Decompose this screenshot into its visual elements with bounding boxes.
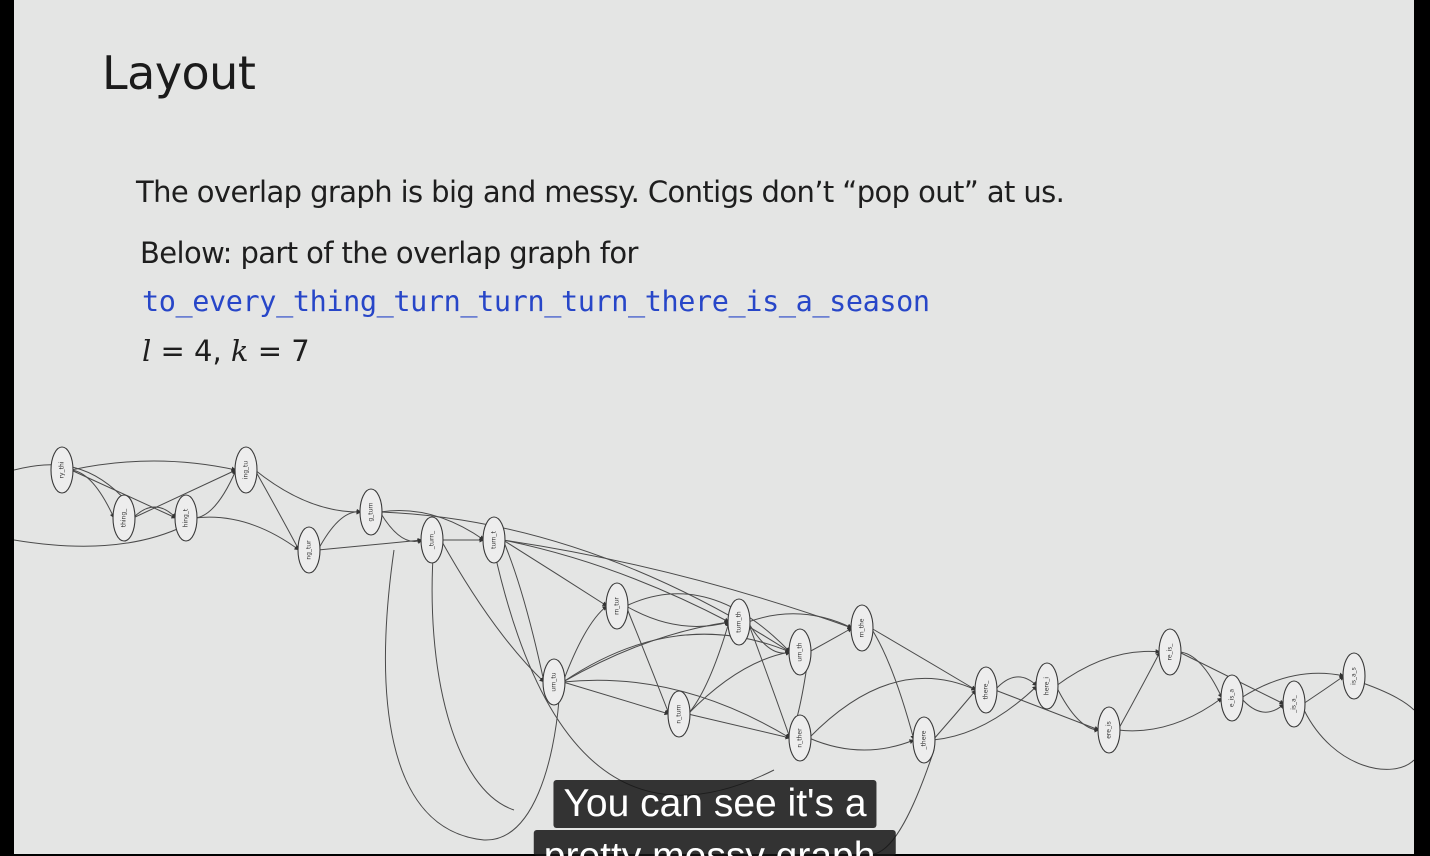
graph-node: urn_tu — [542, 658, 566, 706]
graph-edge — [562, 633, 791, 683]
graph-edge — [562, 620, 730, 683]
graph-edge — [502, 539, 608, 607]
graph-node: _turn_ — [420, 516, 444, 564]
graph-edge — [1055, 685, 1100, 733]
graph-edge — [747, 621, 791, 739]
graph-node: there_ — [974, 666, 998, 714]
slide-title: Layout — [102, 46, 256, 100]
graph-node-label: here_i — [1044, 677, 1051, 696]
graph-node-label: hing_t — [183, 508, 190, 527]
graph-edge — [254, 469, 362, 515]
graph-node-label: ry_thi — [59, 461, 66, 478]
k-value: = 7 — [248, 334, 310, 368]
graph-edge — [254, 469, 300, 551]
graph-node-label: there_ — [983, 680, 990, 700]
graph-edge — [562, 681, 670, 716]
graph-edge — [870, 627, 916, 741]
graph-node-label: e_is_a — [1229, 689, 1236, 707]
graph-node: _there — [912, 716, 936, 764]
graph-edge — [1240, 697, 1285, 713]
graph-node: is_a_s — [1342, 652, 1366, 700]
graph-node-label: rn_tur — [614, 597, 621, 615]
graph-edge — [493, 549, 775, 796]
k-variable: k — [230, 334, 249, 368]
graph-node: turn_th — [727, 598, 751, 646]
graph-edge — [687, 621, 731, 715]
graph-edge — [808, 737, 915, 751]
parameters-line: l = 4, k = 7 — [142, 334, 310, 368]
subtitle-line-2: pretty messy graph. — [533, 830, 897, 856]
graph-edge — [1178, 651, 1223, 699]
graph-edge — [1303, 709, 1414, 770]
graph-node: n_ther — [788, 714, 812, 762]
graph-edge — [808, 627, 853, 653]
graph-edge — [385, 549, 560, 841]
graph-node-label: turn_th — [736, 611, 743, 633]
graph-node-label: thing_ — [121, 508, 128, 527]
graph-node: _is_a_ — [1282, 680, 1306, 728]
graph-node: ing_tu — [234, 446, 258, 494]
graph-edge — [317, 537, 423, 551]
graph-edge — [194, 469, 237, 519]
graph-node: turn_t — [482, 516, 506, 564]
graph-node-label: is_a_s — [1351, 667, 1358, 685]
graph-node: ng_tur — [297, 526, 321, 574]
graph-node: rn_the — [850, 604, 874, 652]
graph-edge — [808, 677, 977, 739]
graph-edge — [379, 511, 423, 544]
graph-node: thing_ — [112, 494, 136, 542]
graph-node-label: ng_tur — [306, 540, 313, 560]
graph-nodes: ry_thi thing_ hing_t ing_tu ng_tur g_turn _tur… — [50, 446, 1366, 764]
graph-node: n_turn — [667, 690, 691, 738]
graph-node-label: turn_t — [491, 531, 498, 549]
graph-edge — [1302, 675, 1345, 705]
graph-node-label: rn_the — [859, 618, 866, 637]
graph-edge — [687, 650, 791, 715]
graph-node-label: re_is_ — [1167, 643, 1174, 661]
graph-node: here_i — [1035, 662, 1059, 710]
graph-edge — [14, 525, 185, 547]
graph-node: re_is_ — [1158, 628, 1182, 676]
graph-edge — [70, 469, 115, 519]
graph-edge — [502, 539, 853, 629]
graph-node: e_is_a — [1220, 674, 1244, 722]
graph-node-label: _is_a_ — [1291, 694, 1298, 713]
graph-node-label: urn_tu — [551, 672, 558, 691]
graph-node-label: _there — [921, 730, 928, 750]
graph-edge — [687, 713, 791, 740]
graph-node: hing_t — [174, 494, 198, 542]
graph-node: rn_tur — [605, 582, 629, 630]
graph-edge — [747, 613, 853, 629]
graph-node: ere_is — [1097, 706, 1121, 754]
l-value: = 4, — [151, 334, 231, 368]
slide-text-line-2: Below: part of the overlap graph for — [140, 236, 638, 270]
graph-edge — [625, 605, 730, 627]
graph-edge — [932, 689, 977, 741]
l-variable: l — [142, 334, 152, 368]
graph-node: urn_th — [788, 628, 812, 676]
slide-text-line-1: The overlap graph is big and messy. Cont… — [136, 175, 1065, 209]
graph-edge — [1117, 697, 1223, 732]
graph-edge — [317, 508, 362, 551]
graph-node-label: ere_is — [1106, 721, 1113, 739]
subtitle-line-1: You can see it's a — [553, 780, 877, 828]
code-string: to_every_thing_turn_turn_turn_there_is_a… — [142, 285, 930, 318]
graph-edge — [70, 460, 237, 472]
graph-node-label: n_ther — [797, 728, 804, 748]
graph-edge — [1117, 651, 1161, 731]
slide: Layout The overlap graph is big and mess… — [14, 0, 1414, 854]
graph-node-label: urn_th — [797, 642, 804, 661]
graph-node-label: g_turn — [368, 502, 375, 521]
graph-edge — [562, 605, 608, 683]
graph-edge — [994, 676, 1038, 691]
graph-node-label: n_turn — [676, 704, 683, 723]
graph-node: ry_thi — [50, 446, 74, 494]
graph-node: g_turn — [359, 488, 383, 536]
graph-node-label: _turn_ — [429, 530, 436, 550]
graph-node-label: ing_tu — [243, 461, 250, 480]
